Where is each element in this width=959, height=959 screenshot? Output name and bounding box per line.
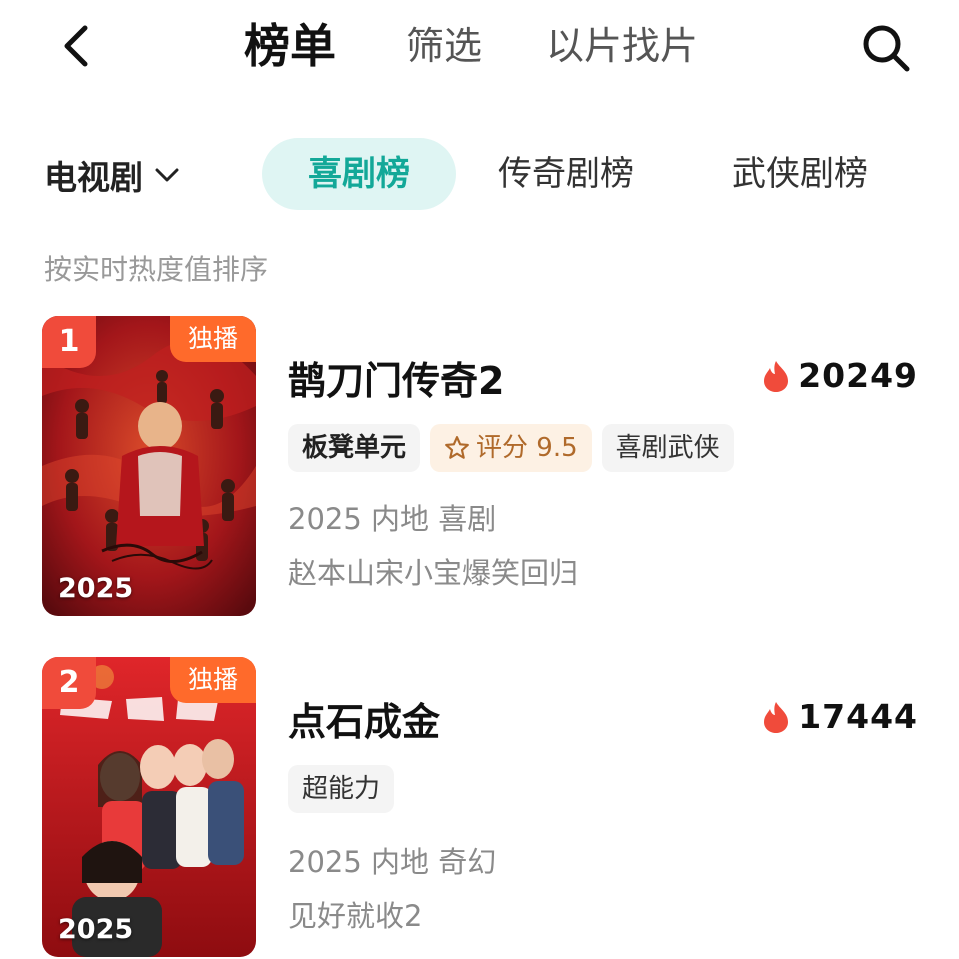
search-icon xyxy=(863,25,910,72)
heat-value: 20249 xyxy=(798,356,918,395)
flame-icon xyxy=(764,701,789,733)
tag-list: 超能力 xyxy=(288,765,395,813)
heat-score: 17444 xyxy=(762,697,918,736)
chip-wuxia-ranking[interactable]: 武侠剧榜 xyxy=(732,138,868,210)
poster-image: 2 独播 2025 xyxy=(42,657,256,957)
exclusive-badge: 独播 xyxy=(170,316,256,362)
tag-list: 板凳单元 评分 9.5 喜剧武侠 xyxy=(288,424,734,472)
chip-legend-ranking[interactable]: 传奇剧榜 xyxy=(498,138,634,210)
ranking-item[interactable]: 2 独播 2025 点石成金 17444 超能力 2025 内地 奇幻 见好就收… xyxy=(42,657,918,957)
poster-year: 2025 xyxy=(58,914,134,945)
item-title: 点石成金 xyxy=(288,700,441,744)
tag-brand[interactable]: 板凳单元 xyxy=(288,424,421,472)
chevron-left-icon xyxy=(64,25,88,67)
item-description: 赵本山宋小宝爆笑回归 xyxy=(288,556,579,590)
star-icon xyxy=(445,436,469,459)
heat-score: 20249 xyxy=(762,356,918,395)
flame-icon xyxy=(764,360,789,392)
chevron-down-icon xyxy=(155,168,179,182)
item-title: 鹊刀门传奇2 xyxy=(288,359,505,403)
exclusive-badge: 独播 xyxy=(170,657,256,703)
category-dropdown[interactable]: 电视剧 xyxy=(44,150,179,200)
tab-ranking[interactable]: 榜单 xyxy=(244,14,336,78)
rank-badge: 1 xyxy=(42,316,96,368)
poster-image: 1 独播 2025 xyxy=(42,316,256,616)
tab-filter[interactable]: 筛选 xyxy=(406,14,482,78)
back-button[interactable] xyxy=(48,18,104,74)
sort-note: 按实时热度值排序 xyxy=(44,253,269,286)
tag-genre[interactable]: 超能力 xyxy=(288,765,395,813)
category-label: 电视剧 xyxy=(44,158,143,197)
heat-value: 17444 xyxy=(798,697,918,736)
tag-genre[interactable]: 喜剧武侠 xyxy=(601,424,734,472)
score-label: 评分 9.5 xyxy=(476,433,578,463)
poster-year: 2025 xyxy=(58,573,134,604)
ranking-item[interactable]: 1 独播 2025 鹊刀门传奇2 20249 板凳单元 评分 9.5 喜剧武侠 … xyxy=(42,316,918,616)
item-meta: 2025 内地 奇幻 xyxy=(288,845,497,879)
chip-comedy-ranking[interactable]: 喜剧榜 xyxy=(262,138,456,210)
item-description: 见好就收2 xyxy=(288,899,423,933)
search-button[interactable] xyxy=(856,20,916,76)
rank-badge: 2 xyxy=(42,657,96,709)
tag-score: 评分 9.5 xyxy=(430,424,592,472)
tab-find-by-film[interactable]: 以片找片 xyxy=(546,14,698,78)
item-meta: 2025 内地 喜剧 xyxy=(288,502,497,536)
